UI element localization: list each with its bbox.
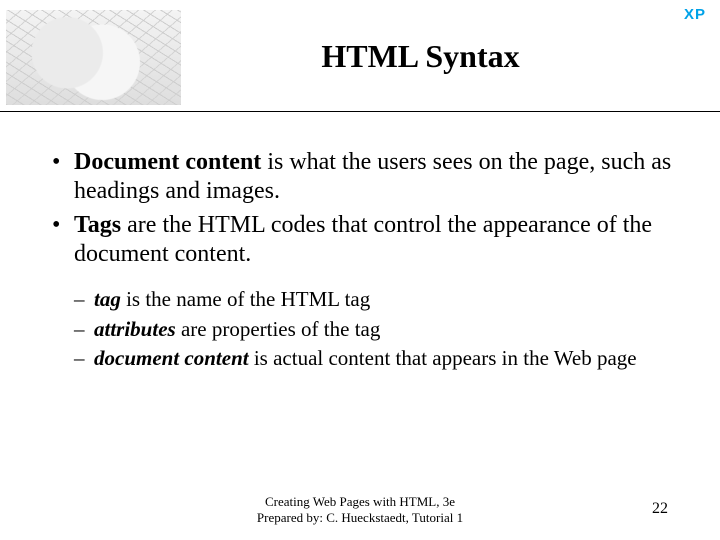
page-number: 22	[652, 500, 668, 518]
list-item: Document content is what the users sees …	[46, 148, 674, 207]
list-item: document content is actual content that …	[46, 346, 674, 372]
sub-bullet-list: tag is the name of the HTML tag attribut…	[46, 287, 674, 372]
list-item: tag is the name of the HTML tag	[46, 287, 674, 313]
bullet-list: Document content is what the users sees …	[46, 148, 674, 269]
list-item: attributes are properties of the tag	[46, 317, 674, 343]
list-item: Tags are the HTML codes that control the…	[46, 211, 674, 270]
bullet-strong: Document content	[74, 149, 261, 175]
subbullet-emph: tag	[94, 287, 121, 311]
bullet-text: are the HTML codes that control the appe…	[74, 212, 652, 267]
footer-line-1: Creating Web Pages with HTML, 3e	[0, 494, 720, 510]
subbullet-text: are properties of the tag	[176, 317, 381, 341]
subbullet-emph: attributes	[94, 317, 176, 341]
decorative-image	[6, 10, 181, 105]
subbullet-text: is actual content that appears in the We…	[249, 346, 637, 370]
xp-badge: XP	[684, 6, 706, 23]
subbullet-emph: document content	[94, 346, 249, 370]
bullet-strong: Tags	[74, 212, 121, 238]
slide-body: Document content is what the users sees …	[0, 112, 720, 372]
slide-title: HTML Syntax	[181, 8, 720, 75]
footer-line-2: Prepared by: C. Hueckstaedt, Tutorial 1	[0, 510, 720, 526]
subbullet-text: is the name of the HTML tag	[121, 287, 370, 311]
slide-header: HTML Syntax	[0, 0, 720, 105]
slide-footer: Creating Web Pages with HTML, 3e Prepare…	[0, 494, 720, 527]
